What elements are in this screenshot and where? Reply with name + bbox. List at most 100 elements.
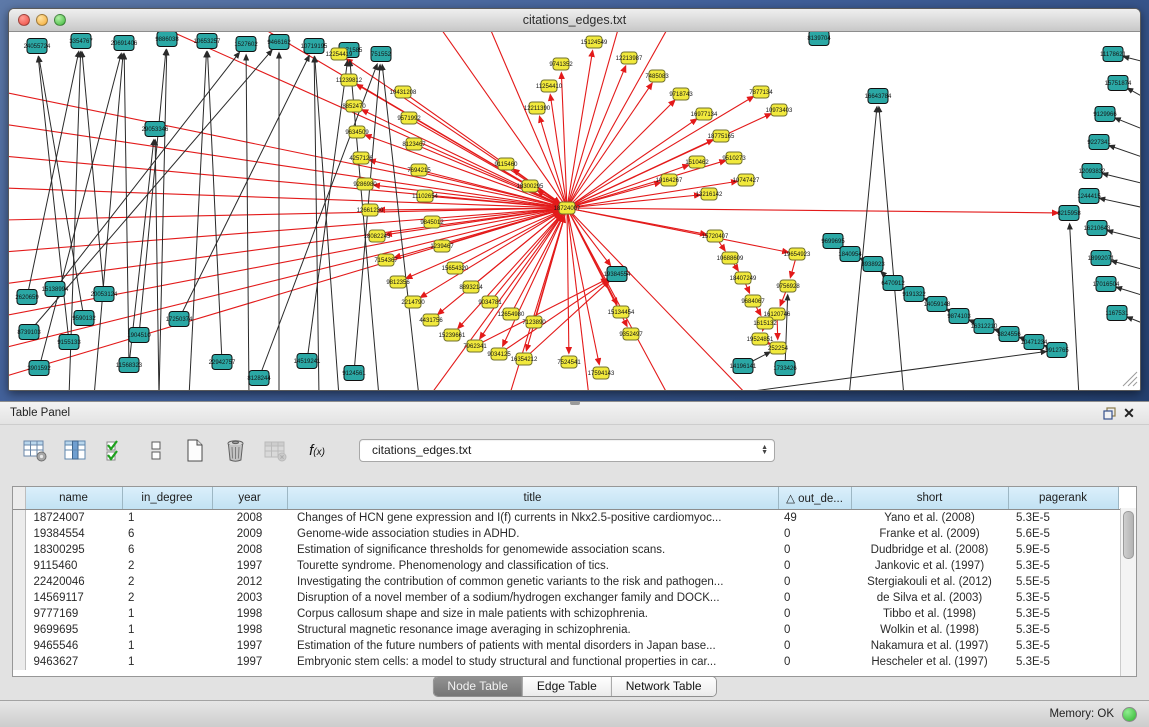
delete-column-button[interactable] bbox=[222, 437, 249, 464]
graph-node[interactable]: 29053346 bbox=[142, 122, 169, 137]
column-header[interactable]: title bbox=[287, 487, 778, 510]
graph-node[interactable]: 9227341 bbox=[1087, 135, 1111, 150]
graph-node[interactable]: 1244415 bbox=[1077, 189, 1101, 204]
graph-edge[interactable] bbox=[9, 208, 567, 348]
graph-edge[interactable] bbox=[1108, 231, 1140, 240]
table-cell[interactable]: Structural magnetic resonance image aver… bbox=[287, 622, 778, 638]
graph-edge[interactable] bbox=[567, 208, 1058, 213]
graph-edge[interactable] bbox=[124, 54, 129, 365]
show-columns-button[interactable] bbox=[62, 437, 89, 464]
graph-node[interactable]: 1527602 bbox=[234, 37, 258, 52]
column-header[interactable]: in_degree bbox=[122, 487, 212, 510]
graph-node[interactable]: 15134454 bbox=[608, 306, 635, 318]
table-cell[interactable]: 0 bbox=[778, 606, 851, 622]
graph-node[interactable]: 1840954 bbox=[838, 247, 862, 262]
table-cell[interactable]: Wolkin et al. (1998) bbox=[851, 622, 1008, 638]
create-column-button[interactable] bbox=[182, 437, 209, 464]
graph-edge[interactable] bbox=[38, 57, 69, 342]
table-row[interactable]: 1830029562008Estimation of significance … bbox=[13, 542, 1136, 558]
graph-node[interactable]: 8215958 bbox=[1057, 206, 1081, 221]
graph-node[interactable]: 10688609 bbox=[717, 252, 744, 264]
graph-edge[interactable] bbox=[567, 119, 697, 208]
table-cell[interactable]: 0 bbox=[778, 622, 851, 638]
table-cell[interactable]: 18724007 bbox=[25, 510, 122, 527]
graph-node[interactable]: 7154367 bbox=[374, 254, 398, 266]
graph-node[interactable]: 9115460 bbox=[495, 158, 519, 170]
graph-node[interactable]: 1167531 bbox=[1106, 306, 1130, 321]
table-row[interactable]: 1938455462009Genome-wide association stu… bbox=[13, 526, 1136, 542]
graph-node[interactable]: 1733426 bbox=[773, 361, 797, 376]
table-cell[interactable]: Tibbo et al. (1998) bbox=[851, 606, 1008, 622]
graph-node[interactable]: 12213987 bbox=[616, 52, 643, 64]
table-cell[interactable]: 5.3E-5 bbox=[1008, 622, 1118, 638]
scrollbar-thumb[interactable] bbox=[1123, 511, 1134, 559]
table-row[interactable]: 1872400712008Changes of HCN gene express… bbox=[13, 510, 1136, 527]
table-scrollbar[interactable] bbox=[1120, 508, 1136, 676]
graph-node[interactable]: 2620659 bbox=[15, 290, 39, 305]
table-cell[interactable]: Disruption of a novel member of a sodium… bbox=[287, 590, 778, 606]
table-cell[interactable]: 1997 bbox=[212, 558, 287, 574]
graph-node[interactable]: 12661230 bbox=[357, 204, 384, 216]
graph-node[interactable]: 16643784 bbox=[865, 89, 892, 104]
graph-edge[interactable] bbox=[1100, 198, 1140, 208]
graph-node[interactable]: 9466162 bbox=[267, 35, 291, 50]
graph-node[interactable]: 20691406 bbox=[111, 36, 138, 51]
graph-node[interactable]: 11568323 bbox=[116, 358, 143, 373]
graph-node[interactable]: 12654980 bbox=[498, 308, 525, 320]
table-cell[interactable]: Tourette syndrome. Phenomenology and cla… bbox=[287, 558, 778, 574]
table-row[interactable]: 969969511998Structural magnetic resonanc… bbox=[13, 622, 1136, 638]
table-cell[interactable]: 9777169 bbox=[25, 606, 122, 622]
graph-node[interactable]: 7524541 bbox=[557, 356, 581, 368]
graph-node[interactable]: 17016504 bbox=[1093, 277, 1120, 292]
graph-node[interactable]: 8128244 bbox=[247, 371, 271, 386]
table-cell[interactable]: 14569117 bbox=[25, 590, 122, 606]
graph-edge[interactable] bbox=[1128, 88, 1140, 98]
table-cell[interactable]: Corpus callosum shape and size in male p… bbox=[287, 606, 778, 622]
graph-node[interactable]: 16354212 bbox=[511, 353, 538, 365]
table-cell[interactable]: 9463627 bbox=[25, 654, 122, 670]
graph-edge[interactable] bbox=[567, 208, 788, 252]
graph-node[interactable]: 16210643 bbox=[1084, 221, 1111, 236]
table-cell[interactable]: 1 bbox=[122, 510, 212, 527]
graph-node[interactable]: 1904510 bbox=[127, 328, 151, 343]
graph-node[interactable]: 8893214 bbox=[459, 281, 483, 293]
clear-selection-button[interactable] bbox=[142, 437, 169, 464]
graph-edge[interactable] bbox=[1124, 57, 1140, 62]
graph-node[interactable]: 8824556 bbox=[997, 327, 1021, 342]
table-cell[interactable]: 2 bbox=[122, 558, 212, 574]
table-cell[interactable]: 5.3E-5 bbox=[1008, 654, 1118, 670]
graph-node[interactable]: 9034781 bbox=[478, 296, 502, 308]
column-header[interactable]: year bbox=[212, 487, 287, 510]
graph-node[interactable]: 10164267 bbox=[656, 174, 683, 186]
table-cell[interactable]: 0 bbox=[778, 526, 851, 542]
graph-node[interactable]: 17250374 bbox=[166, 312, 193, 327]
graph-node[interactable]: 8739103 bbox=[17, 325, 41, 340]
network-window[interactable]: citations_edges.txt 18724007240557243354… bbox=[8, 8, 1141, 391]
network-canvas[interactable]: 1872400724055724335476720691406988603810… bbox=[9, 32, 1140, 390]
graph-node[interactable]: 19384554 bbox=[604, 267, 631, 282]
graph-node[interactable]: 6470912 bbox=[881, 276, 905, 291]
float-panel-button[interactable] bbox=[1099, 405, 1119, 421]
table-source-select[interactable]: citations_edges.txt ▲▼ bbox=[359, 439, 775, 462]
graph-node[interactable]: 10653257 bbox=[194, 34, 221, 49]
graph-node[interactable]: 9155133 bbox=[57, 335, 81, 350]
table-cell[interactable]: Changes of HCN gene expression and I(f) … bbox=[287, 510, 778, 527]
graph-node[interactable]: 14059148 bbox=[924, 297, 951, 312]
graph-node[interactable]: 13216142 bbox=[696, 188, 723, 200]
graph-edge[interactable] bbox=[567, 83, 652, 208]
tab-network-table[interactable]: Network Table bbox=[611, 677, 716, 696]
table-cell[interactable]: 1 bbox=[122, 638, 212, 654]
graph-node[interactable]: 10747427 bbox=[733, 174, 760, 186]
table-cell[interactable]: Nakamura et al. (1997) bbox=[851, 638, 1008, 654]
graph-node[interactable]: 18407249 bbox=[730, 272, 757, 284]
table-cell[interactable]: 1998 bbox=[212, 622, 287, 638]
graph-node[interactable]: 9874103 bbox=[947, 309, 971, 324]
tab-edge-table[interactable]: Edge Table bbox=[522, 677, 611, 696]
graph-edge[interactable] bbox=[39, 57, 84, 318]
graph-node[interactable]: 15654320 bbox=[442, 262, 469, 274]
graph-node[interactable]: 10719195 bbox=[301, 39, 328, 54]
table-cell[interactable]: 5.3E-5 bbox=[1008, 510, 1118, 527]
graph-node[interactable]: 2214790 bbox=[401, 296, 425, 308]
graph-node[interactable]: 16977134 bbox=[691, 108, 718, 120]
table-cell[interactable]: 2008 bbox=[212, 510, 287, 527]
